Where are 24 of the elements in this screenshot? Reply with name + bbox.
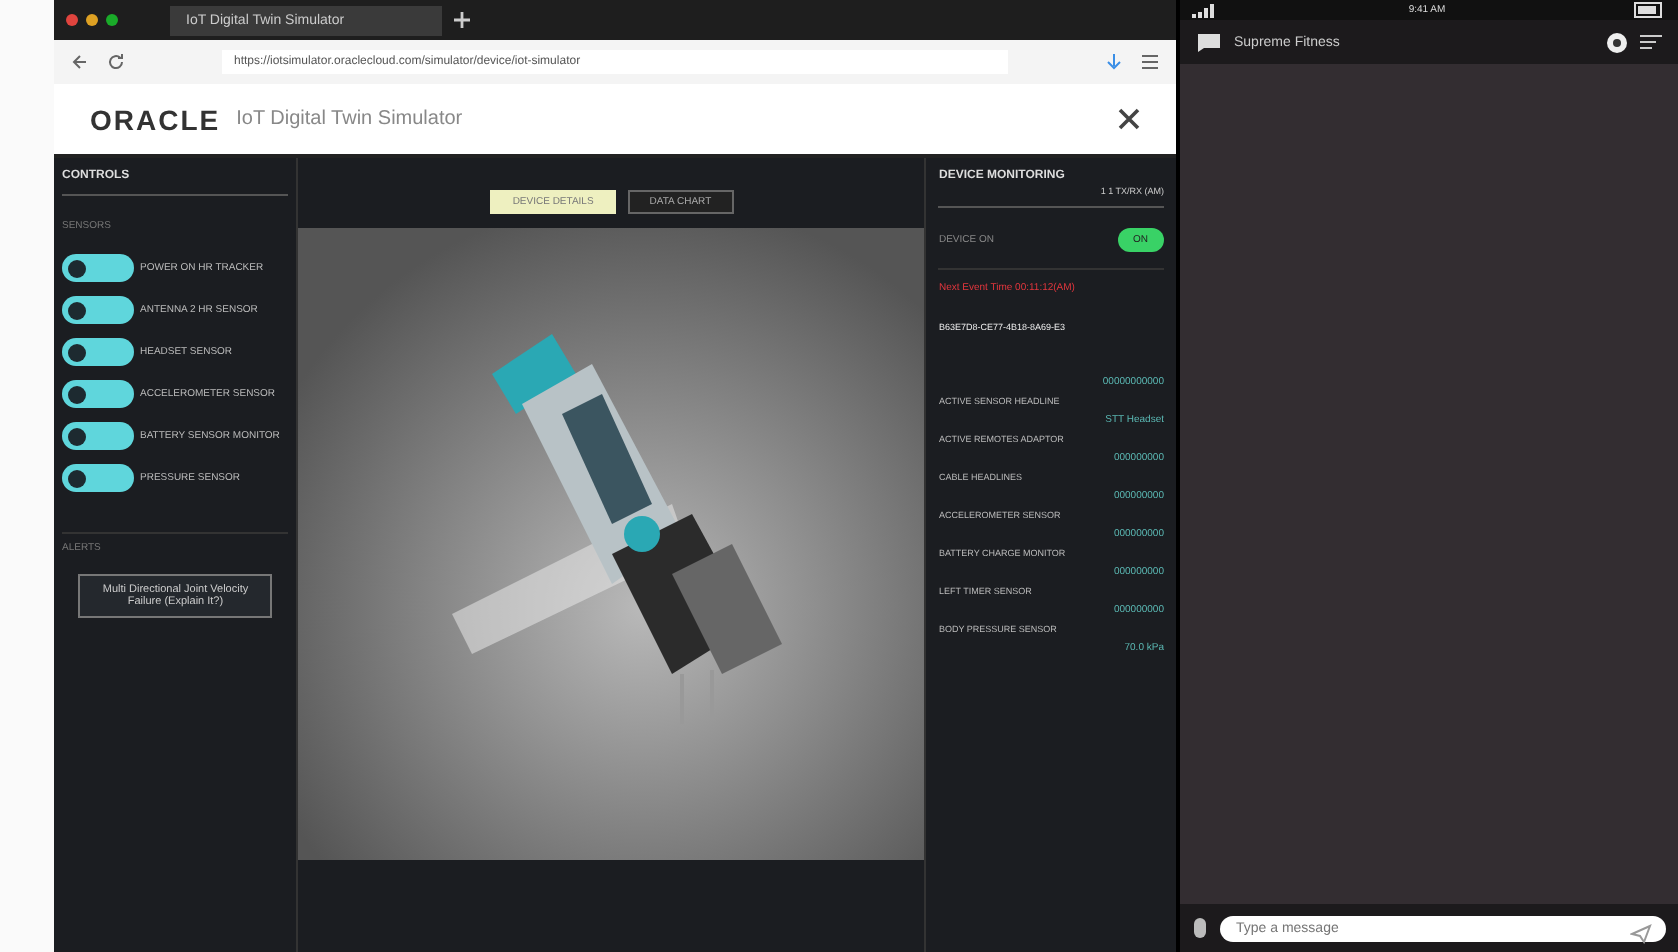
send-icon[interactable] (1630, 923, 1652, 943)
settings-icon[interactable] (1606, 31, 1628, 53)
maximize-window-icon[interactable] (106, 14, 118, 26)
toggle-switch[interactable] (62, 338, 134, 366)
chat-bubble-icon (1196, 31, 1222, 53)
close-window-icon[interactable] (66, 14, 78, 26)
reload-icon[interactable] (106, 52, 126, 72)
battery-icon (1633, 2, 1666, 18)
download-icon[interactable] (1104, 52, 1124, 72)
new-tab-icon[interactable] (454, 12, 470, 28)
toggle-switch[interactable] (62, 380, 134, 408)
attachment-icon[interactable] (1192, 916, 1208, 940)
toggle-switch[interactable] (62, 422, 134, 450)
back-icon[interactable] (70, 52, 90, 72)
toggle-switch[interactable] (62, 296, 134, 324)
close-icon[interactable] (1118, 108, 1140, 130)
list-icon[interactable] (1640, 31, 1662, 53)
logo: ORACLE (90, 103, 221, 135)
toggle-switch[interactable] (62, 254, 134, 282)
app-title: IoT Digital Twin Simulator (236, 108, 465, 130)
minimize-window-icon[interactable] (86, 14, 98, 26)
signal-icon (1192, 3, 1220, 17)
menu-icon[interactable] (1140, 52, 1160, 72)
toggle-switch[interactable] (62, 464, 134, 492)
